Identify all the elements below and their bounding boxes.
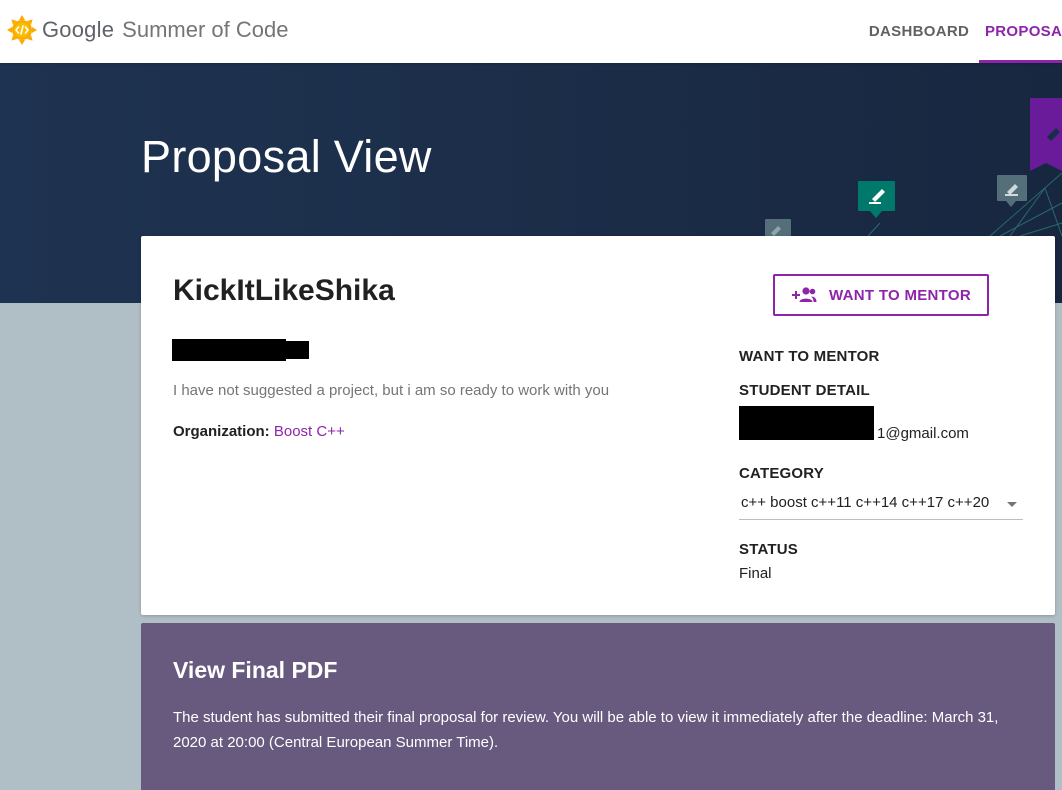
tab-dashboard[interactable]: DASHBOARD xyxy=(859,0,979,63)
organization-link[interactable]: Boost C++ xyxy=(274,423,345,440)
status-value: Final xyxy=(739,565,772,582)
gsoc-sun-code-icon xyxy=(7,15,37,45)
student-detail-heading: STUDENT DETAIL xyxy=(739,382,870,399)
proposal-card: KickItLikeShika I have not suggested a p… xyxy=(141,236,1055,615)
main-nav: DASHBOARD PROPOSALS xyxy=(859,0,1062,63)
want-to-mentor-heading: WANT TO MENTOR xyxy=(739,348,880,365)
add-people-icon xyxy=(792,287,817,302)
speech-bubble-teal-icon xyxy=(858,181,895,218)
category-heading: CATEGORY xyxy=(739,465,824,482)
category-value: c++ boost c++11 c++14 c++17 c++20 xyxy=(741,494,990,511)
want-to-mentor-label: WANT TO MENTOR xyxy=(829,286,971,304)
gsoc-logo[interactable]: Google Summer of Code xyxy=(6,14,288,46)
category-select[interactable]: c++ boost c++11 c++14 c++17 c++20 xyxy=(739,490,1023,520)
status-heading: STATUS xyxy=(739,541,798,558)
top-app-bar: Google Summer of Code DASHBOARD PROPOSAL… xyxy=(0,0,1062,63)
redacted-student-detail xyxy=(739,406,874,440)
proposal-description: I have not suggested a project, but i am… xyxy=(173,382,610,399)
final-pdf-card: View Final PDF The student has submitted… xyxy=(141,623,1055,790)
redacted-student-name-tail xyxy=(281,341,309,359)
proposal-title: KickItLikeShika xyxy=(173,274,395,307)
redacted-student-name xyxy=(172,339,286,361)
page-title: Proposal View xyxy=(141,131,432,182)
final-pdf-message: The student has submitted their final pr… xyxy=(173,709,999,751)
dropdown-caret-icon xyxy=(1007,502,1017,507)
badge-large-icon xyxy=(1030,98,1062,171)
brand-program-name: Summer of Code xyxy=(122,17,289,42)
final-pdf-title: View Final PDF xyxy=(173,657,338,683)
want-to-mentor-button[interactable]: WANT TO MENTOR xyxy=(773,274,989,316)
organization-line: Organization: Boost C++ xyxy=(173,423,345,440)
speech-bubble-gray-icon xyxy=(997,175,1027,207)
organization-label: Organization: xyxy=(173,423,270,440)
student-email: 1@gmail.com xyxy=(877,425,969,442)
brand-google: Google xyxy=(42,17,115,42)
tab-proposals[interactable]: PROPOSALS xyxy=(979,0,1062,63)
